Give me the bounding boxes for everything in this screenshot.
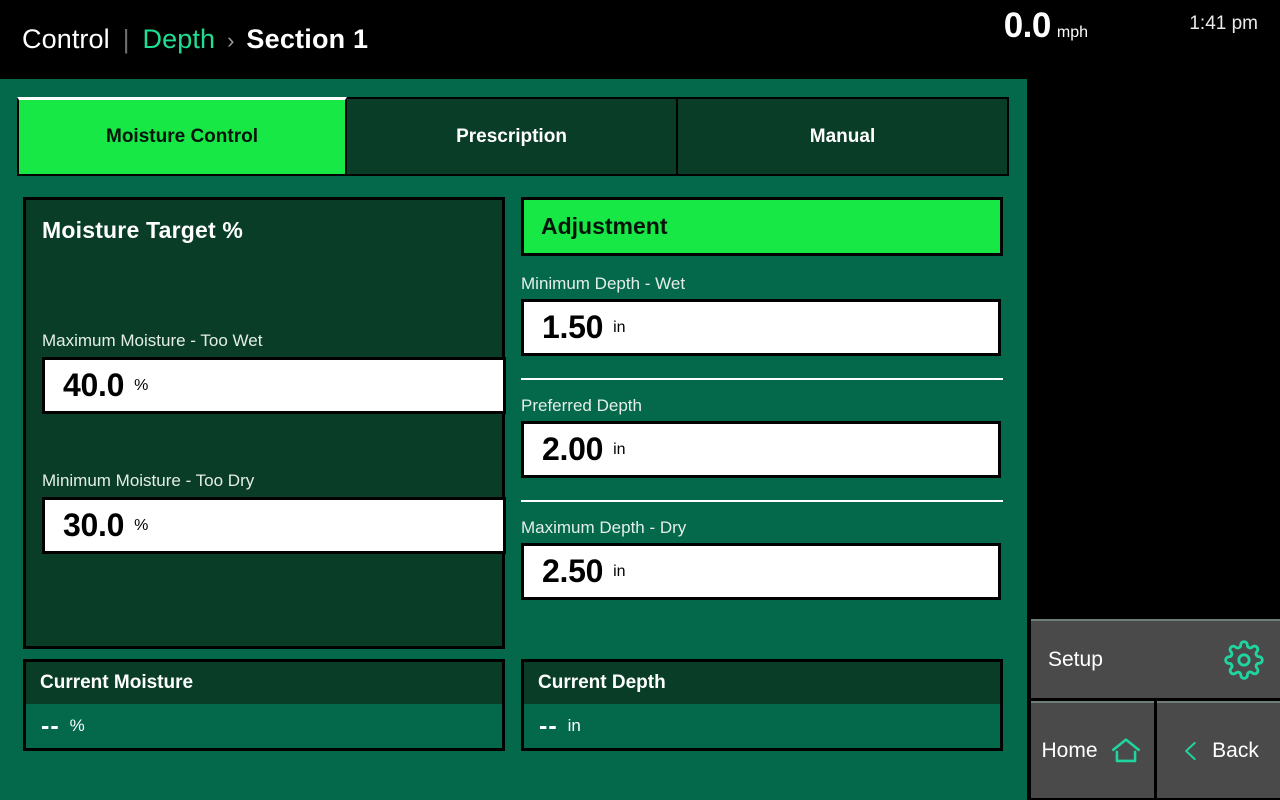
main-stage: Moisture Control Prescription Manual Moi… [0,79,1027,800]
input-minimum-depth-wet[interactable]: 1.50 in [521,299,1001,356]
chevron-right-icon: › [227,28,235,53]
current-moisture-card: Current Moisture -- % [23,659,505,751]
preferred-depth-unit: in [613,440,626,458]
current-moisture-header: Current Moisture [26,662,502,704]
minimum-depth-wet-value: 1.50 [542,309,604,345]
current-moisture-title: Current Moisture [40,672,194,693]
field-preferred-depth: Preferred Depth 2.00 in [521,396,1003,478]
speed-value: 0.0 [1003,6,1052,45]
minimum-moisture-value: 30.0 [63,507,125,543]
breadcrumb: Control | Depth › Section 1 [0,24,368,55]
field-maximum-depth-dry: Maximum Depth - Dry 2.50 in [521,518,1003,600]
speed-readout: 0.0 mph [1004,6,1088,46]
maximum-depth-dry-unit: in [613,562,626,580]
input-minimum-moisture[interactable]: 30.0 % [42,497,506,554]
top-bar: Control | Depth › Section 1 0.0 mph 1:41… [0,0,1280,79]
back-label: Back [1212,738,1259,762]
divider-one [521,378,1003,380]
adjustment-title: Adjustment [541,213,668,239]
minimum-depth-wet-unit: in [613,318,626,336]
input-maximum-depth-dry[interactable]: 2.50 in [521,543,1001,600]
current-depth-header: Current Depth [524,662,1000,704]
breadcrumb-current-section: Section 1 [246,24,369,54]
breadcrumb-root[interactable]: Control [22,24,110,55]
current-moisture-unit: % [69,716,85,735]
breadcrumb-link-depth[interactable]: Depth [143,24,216,55]
current-depth-title: Current Depth [538,672,666,693]
current-moisture-body: -- % [26,704,502,748]
label-maximum-moisture: Maximum Moisture - Too Wet [42,331,263,350]
back-button[interactable]: Back [1157,701,1280,798]
current-depth-body: -- in [524,704,1000,748]
current-depth-card: Current Depth -- in [521,659,1003,751]
input-preferred-depth[interactable]: 2.00 in [521,421,1001,478]
maximum-moisture-value: 40.0 [63,367,125,403]
maximum-depth-dry-value: 2.50 [542,553,604,589]
divider-two [521,500,1003,502]
gear-icon [1224,639,1264,680]
label-preferred-depth: Preferred Depth [521,396,642,415]
current-depth-value: -- [539,711,558,740]
minimum-moisture-unit: % [134,516,149,534]
current-moisture-value: -- [41,711,60,740]
preferred-depth-value: 2.00 [542,431,604,467]
chevron-left-icon [1178,734,1204,768]
label-maximum-depth-dry: Maximum Depth - Dry [521,518,687,537]
right-sidebar: Setup Home Back [1029,79,1280,800]
moisture-target-card: Moisture Target % Maximum Moisture - Too… [23,197,506,649]
moisture-target-title: Moisture Target % [42,217,244,243]
speed-unit: mph [1056,24,1088,41]
label-minimum-moisture: Minimum Moisture - Too Dry [42,471,255,490]
setup-label: Setup [1048,647,1103,671]
current-depth-unit: in [567,716,581,735]
app-screen: Control | Depth › Section 1 0.0 mph 1:41… [0,0,1280,800]
home-button[interactable]: Home [1031,701,1154,798]
adjustment-card: Adjustment Minimum Depth - Wet 1.50 in P… [521,197,1003,649]
panels-container: Moisture Target % Maximum Moisture - Too… [0,79,1027,800]
label-minimum-depth-wet: Minimum Depth - Wet [521,274,686,293]
home-icon [1108,734,1144,768]
breadcrumb-pipe: | [122,24,130,54]
maximum-moisture-unit: % [134,376,149,394]
adjustment-header: Adjustment [521,197,1003,256]
input-maximum-moisture[interactable]: 40.0 % [42,357,506,414]
clock: 1:41 pm [1189,13,1258,34]
home-label: Home [1041,738,1098,762]
setup-button[interactable]: Setup [1031,619,1280,698]
field-minimum-depth-wet: Minimum Depth - Wet 1.50 in [521,274,1003,356]
